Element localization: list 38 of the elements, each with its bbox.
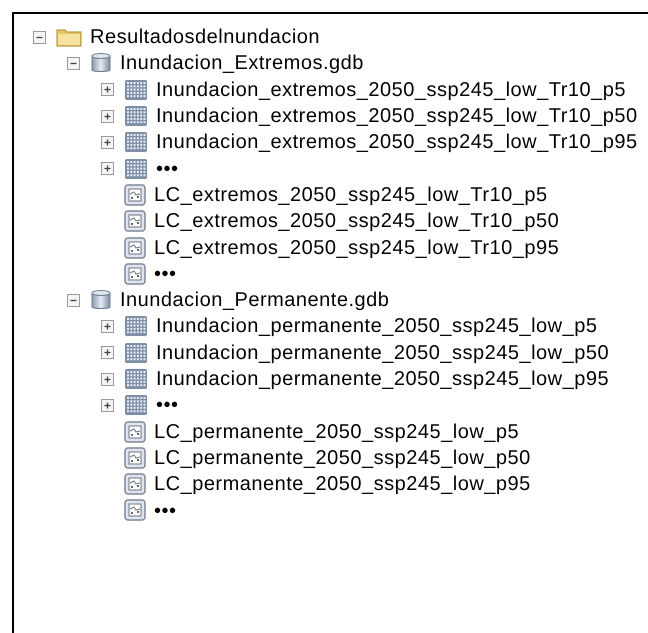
map-table-icon [124, 499, 146, 522]
expand-toggle[interactable] [101, 346, 114, 360]
collapse-toggle[interactable] [33, 30, 46, 44]
plus-icon [103, 400, 112, 410]
expand-toggle[interactable] [101, 320, 114, 333]
expand-toggle[interactable] [101, 372, 114, 386]
raster-grid-icon [124, 78, 148, 101]
map-table-icon [124, 262, 146, 285]
expand-toggle[interactable] [101, 162, 114, 176]
plus-icon [103, 322, 112, 331]
plus-icon [103, 85, 112, 94]
collapse-toggle[interactable] [67, 294, 80, 307]
map-table-icon [124, 446, 146, 469]
raster-grid-icon [124, 342, 148, 364]
database-icon [90, 289, 112, 312]
map-table-icon [124, 236, 146, 259]
raster-grid-icon [124, 131, 148, 154]
raster-grid-icon [124, 368, 148, 390]
raster-grid-icon [124, 105, 148, 128]
map-table-icon [124, 184, 146, 206]
plus-icon [103, 164, 112, 174]
expand-toggle[interactable] [101, 136, 114, 149]
expand-toggle[interactable] [101, 83, 114, 96]
raster-grid-icon [124, 315, 148, 338]
folder-icon [56, 27, 82, 48]
raster-grid-icon [124, 394, 148, 416]
plus-icon [103, 348, 112, 358]
plus-icon [103, 138, 112, 147]
expand-toggle[interactable] [101, 398, 114, 412]
expand-toggle[interactable] [101, 110, 114, 123]
map-table-icon [124, 210, 146, 232]
map-table-icon [124, 473, 146, 496]
plus-icon [103, 374, 112, 384]
collapse-toggle[interactable] [67, 56, 80, 70]
raster-grid-icon [124, 158, 148, 180]
plus-icon [103, 112, 112, 121]
map-table-icon [124, 420, 146, 443]
database-icon [90, 52, 112, 74]
